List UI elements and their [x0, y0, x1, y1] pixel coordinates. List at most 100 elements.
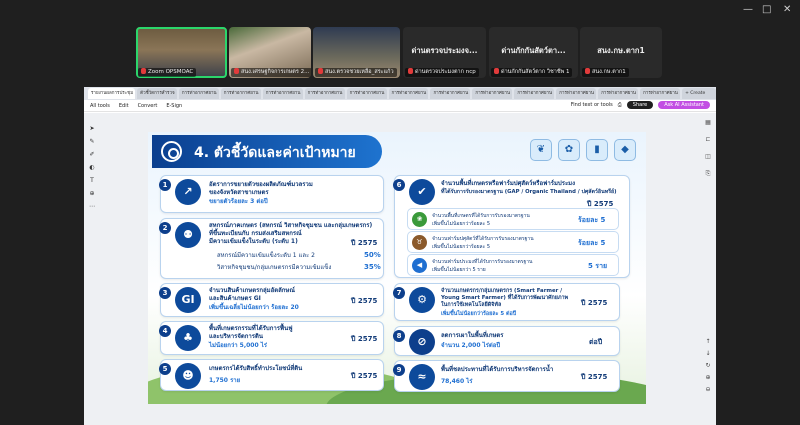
browser-tab[interactable]: การท่าอากาศยาน	[178, 88, 219, 99]
browser-tab[interactable]: การท่าอากาศยาน	[556, 88, 597, 99]
page-up-icon[interactable]: ↑	[703, 338, 713, 345]
zoom-controls: ↑ ↓ ↻ ⊕ ⊖	[703, 338, 713, 393]
browser-tab[interactable]: การท่าอากาศยาน	[640, 88, 681, 99]
indicator-title-line2: ที่ขึ้นทะเบียนกับ กรมส่งเสริมสหกรณ์	[209, 230, 302, 237]
indicator-target: จำนวน 2,000 ไร่ต่อปี	[441, 342, 501, 349]
participant-tile[interactable]: ด่านตรวจประมงจ... ด่านตรวจประมงตาก ncp	[403, 27, 486, 78]
participant-label: สนง.ตรวจชวยเหลือ_สระแก้ว	[315, 68, 397, 77]
browser-tab[interactable]: การท่าอากาศยาน	[346, 88, 387, 99]
indicator-title-line2: และสินค้าเกษตร GI	[209, 295, 261, 302]
indicator-title: สหกรณ์ภาคเกษตร (สหกรณ์ วิสาหกิจชุมชน และ…	[209, 222, 373, 229]
zoom-out-icon[interactable]: ⊖	[703, 386, 713, 393]
participant-tile[interactable]: ด่านกักกันสัตว์ตา... ด่านกักกันสัตว์ตาก …	[489, 27, 578, 78]
people-group-icon: ⚉	[175, 222, 201, 248]
indicator-card-7: 7 ⚙ จำนวนเกษตรกร/กลุ่มเกษตรกร (Smart Far…	[393, 283, 620, 321]
participant-name: ด่านกักกันสัตว์ตาก วิชาชีพ 1	[501, 69, 570, 75]
browser-tab[interactable]: ตัวชี้วัดการสำรวจ	[137, 88, 177, 99]
attachments-icon[interactable]: ⎘	[703, 170, 713, 178]
browser-tab[interactable]: รายงานผลการประชุม	[88, 88, 136, 99]
browser-tab[interactable]: การท่าอากาศยาน	[304, 88, 345, 99]
indicator-number: 7	[393, 287, 405, 299]
indicator-card-9: 9 ≈ พื้นที่ชลประทานที่ได้รับการบริหารจัด…	[393, 360, 620, 392]
indicator-card-4: 4 ♣ พื้นที่เกษตรกรรมที่ได้รับการฟื้นฟู แ…	[159, 321, 384, 355]
indicator-number: 4	[159, 325, 171, 337]
participant-tile[interactable]: สนง.กษ.ตาก1 สนง.กษ.ตาก1	[580, 27, 662, 78]
indicator-card-3: 3 GI จำนวนสินค้าเกษตรกลุ่มอัตลักษณ์ และส…	[159, 283, 384, 317]
more-tools-icon[interactable]: ⋯	[87, 203, 97, 210]
participant-tile[interactable]: Zoom OPSMOAC	[136, 27, 227, 78]
indicator-card-6: 6 ✔ จำนวนพื้นที่เกษตรหรือฟาร์มปศุสัตว์หร…	[393, 175, 630, 278]
indicator-number: 8	[393, 330, 405, 342]
target-year: ปี 2575	[351, 372, 378, 380]
browser-tab[interactable]: การท่าอากาศยาน	[430, 88, 471, 99]
indicator-target: ไม่น้อยกว่า 5,000 ไร่	[209, 342, 267, 349]
indicator-card-2: 2 ⚉ สหกรณ์ภาคเกษตร (สหกรณ์ วิสาหกิจชุมชน…	[159, 218, 384, 279]
indicator-title-line2: ของจังหวัดสาขาเกษตร	[209, 189, 269, 196]
chart-icon: ▮	[586, 139, 608, 161]
no-burning-icon: ⊘	[409, 329, 435, 355]
crop-icon: ❀	[412, 212, 427, 227]
share-button[interactable]: Share	[626, 101, 654, 109]
participant-tile[interactable]: สนง.ตรวจชวยเหลือ_สระแก้ว	[313, 27, 400, 78]
growth-chart-icon: ↗	[175, 179, 201, 205]
participant-name: สนง.ตรวจชวยเหลือ_สระแก้ว	[325, 69, 394, 75]
new-tab-button[interactable]: + Create	[682, 88, 716, 99]
convert-menu[interactable]: Convert	[138, 103, 158, 109]
smart-farmer-icon: ⚙	[409, 287, 435, 313]
target-icon	[161, 141, 182, 162]
highlight-icon[interactable]: ◐	[87, 164, 97, 171]
indicator-number: 6	[393, 179, 405, 191]
certificate-icon: ✔	[409, 179, 435, 205]
refresh-icon[interactable]: ↻	[703, 362, 713, 369]
left-tool-rail: ➤ ✎ ✐ ◐ T ⊕ ⋯	[87, 125, 97, 210]
indicator-target: 78,460 ไร่	[441, 378, 473, 385]
all-tools-menu[interactable]: All tools	[90, 103, 110, 109]
target-year: ปี 2575	[581, 373, 608, 381]
page-down-icon[interactable]: ↓	[703, 350, 713, 357]
layers-icon[interactable]: ◫	[703, 153, 713, 160]
sub-indicator-value: ร้อยละ 5	[578, 216, 606, 224]
browser-tab[interactable]: การท่าอากาศยาน	[598, 88, 639, 99]
ai-assistant-button[interactable]: Ask AI Assistant	[658, 101, 710, 109]
browser-tab[interactable]: การท่าอากาศยาน	[388, 88, 429, 99]
pen-icon[interactable]: ✐	[87, 151, 97, 158]
participant-name: สนง.กษ.ตาก1	[592, 69, 626, 75]
sub-indicator-row: ◀ จำนวนฟาร์มประมงที่ได้รับการรับรองมาตรฐ…	[407, 254, 619, 276]
esign-menu[interactable]: E-Sign	[166, 103, 182, 109]
find-text-field[interactable]: Find text or tools	[571, 102, 613, 108]
indicator-title: เกษตรกรได้รับสิทธิ์ทำประโยชน์ที่ดิน	[209, 365, 303, 372]
mic-muted-icon	[494, 68, 499, 74]
mic-muted-icon	[408, 68, 413, 74]
pdf-toolbar: All tools Edit Convert E-Sign Find text …	[84, 100, 716, 112]
browser-tab[interactable]: การท่าอากาศยาน	[262, 88, 303, 99]
comment-icon[interactable]: ✎	[87, 138, 97, 145]
fish-icon: ◀	[412, 258, 427, 273]
browser-tab[interactable]: การท่าอากาศยาน	[220, 88, 261, 99]
stamp-icon[interactable]: ⊕	[87, 190, 97, 197]
participant-tile[interactable]: สนง.เศรษฐกิจการเกษตร 2...	[229, 27, 311, 78]
zoom-in-icon[interactable]: ⊕	[703, 374, 713, 381]
text-icon[interactable]: T	[87, 177, 97, 184]
sub-indicator-text: จำนวนพื้นที่เกษตรที่ได้รับการรับรองมาตรฐ…	[432, 213, 530, 219]
mic-muted-icon	[141, 68, 146, 74]
indicator-card-8: 8 ⊘ ลดการเผาในพื้นที่เกษตร จำนวน 2,000 ไ…	[393, 326, 620, 356]
pdf-page: 4. ตัวชี้วัดและค่าเป้าหมาย ❦ ✿ ▮ ◆ 1 ↗ อ…	[148, 132, 646, 404]
indicator-card-5: 5 ☻ เกษตรกรได้รับสิทธิ์ทำประโยชน์ที่ดิน …	[159, 359, 384, 391]
sub-target: สหกรณ์มีความเข้มแข็งระดับ 1 และ 2	[217, 252, 315, 259]
thumbnails-icon[interactable]: ▦	[703, 119, 713, 126]
participant-label: Zoom OPSMOAC	[138, 68, 197, 77]
edit-menu[interactable]: Edit	[119, 103, 129, 109]
browser-tab[interactable]: การท่าอากาศยาน	[472, 88, 513, 99]
close-icon[interactable]: ✕	[783, 4, 791, 16]
minimize-icon[interactable]: —	[743, 4, 753, 16]
sub-indicator-value: 5 ราย	[588, 262, 608, 270]
meeting-window-bar: — □ ✕	[0, 0, 800, 22]
browser-tab[interactable]: การท่าอากาศยาน	[514, 88, 555, 99]
indicator-title-line2: ที่ได้รับการรับรองมาตรฐาน (GAP / Organic…	[441, 189, 617, 195]
sub-indicator-value: ร้อยละ 5	[578, 239, 606, 247]
bookmark-icon[interactable]: ⊏	[703, 136, 713, 143]
cursor-icon[interactable]: ➤	[87, 125, 97, 132]
maximize-icon[interactable]: □	[762, 4, 771, 16]
print-icon[interactable]: ⎙	[618, 102, 622, 108]
indicator-title: จำนวนพื้นที่เกษตรหรือฟาร์มปศุสัตว์หรือฟา…	[441, 180, 576, 187]
